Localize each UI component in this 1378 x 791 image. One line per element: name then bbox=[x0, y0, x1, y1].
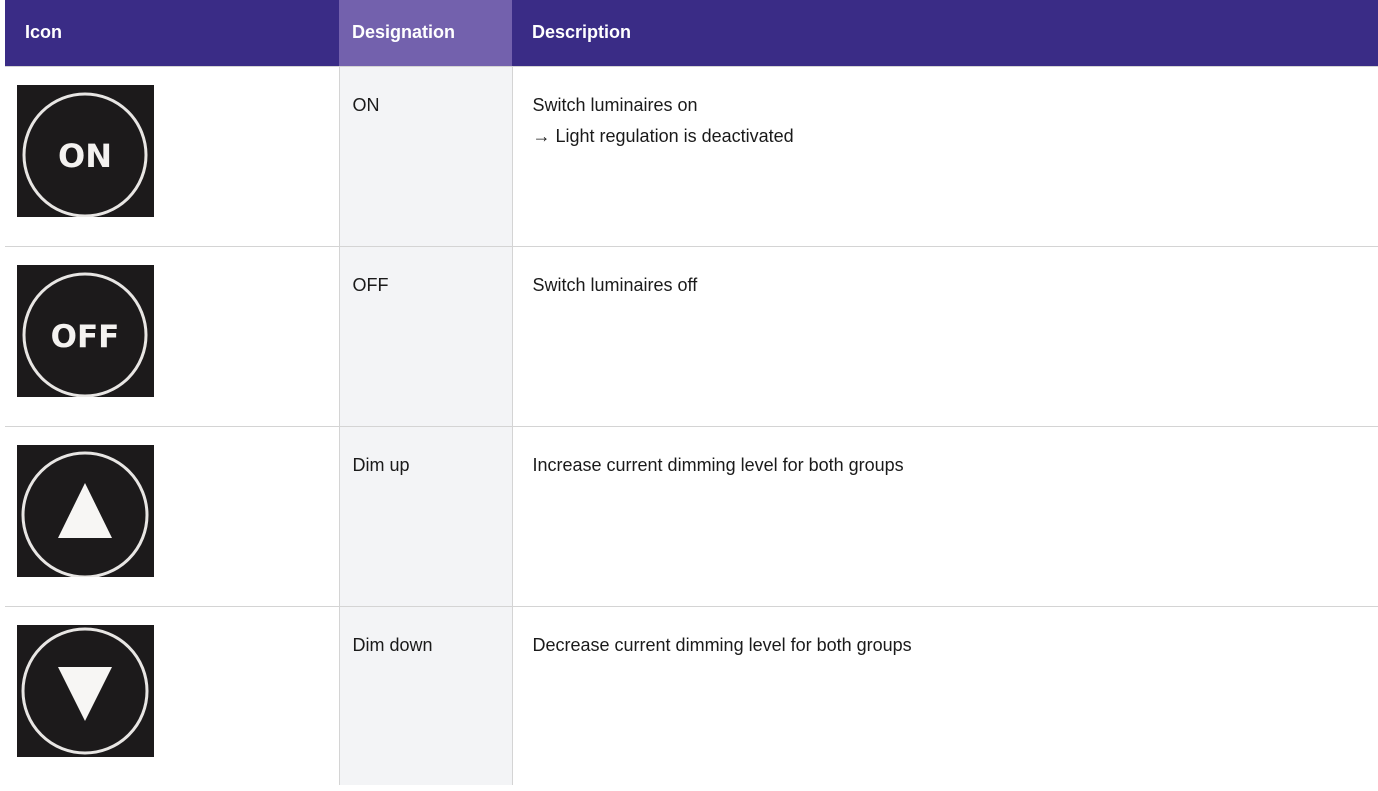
dim-up-icon bbox=[17, 444, 154, 577]
controls-table: Icon Designation Description ON ON Switc… bbox=[5, 0, 1378, 785]
designation-cell: OFF bbox=[338, 245, 513, 427]
designation-cell: Dim up bbox=[338, 425, 513, 607]
description-cell: Switch luminaires on → Light regulation … bbox=[511, 65, 1378, 247]
on-button-icon: ON bbox=[17, 84, 154, 217]
off-icon-label: OFF bbox=[51, 319, 120, 355]
designation-cell: Dim down bbox=[338, 605, 513, 785]
off-button-icon: OFF bbox=[17, 264, 154, 397]
icon-cell: OFF bbox=[5, 245, 340, 427]
header-icon: Icon bbox=[5, 0, 339, 66]
table-row: Dim up Increase current dimming level fo… bbox=[5, 425, 1378, 607]
icon-cell bbox=[5, 425, 340, 607]
table-row: ON ON Switch luminaires on → Light regul… bbox=[5, 65, 1378, 247]
icon-cell: ON bbox=[5, 65, 340, 247]
icon-cell bbox=[5, 605, 340, 785]
description-note: → Light regulation is deactivated bbox=[532, 125, 794, 146]
on-icon-label: ON bbox=[58, 137, 112, 175]
description-text: Switch luminaires on bbox=[532, 94, 698, 115]
table-row: Dim down Decrease current dimming level … bbox=[5, 605, 1378, 785]
table-header-row: Icon Designation Description bbox=[5, 0, 1378, 66]
header-description: Description bbox=[512, 0, 1378, 66]
table-row: OFF OFF Switch luminaires off bbox=[5, 245, 1378, 427]
description-cell: Decrease current dimming level for both … bbox=[511, 605, 1378, 785]
description-cell: Increase current dimming level for both … bbox=[511, 425, 1378, 607]
header-designation: Designation bbox=[339, 0, 512, 66]
dim-down-icon bbox=[17, 624, 154, 757]
designation-cell: ON bbox=[338, 65, 513, 247]
description-cell: Switch luminaires off bbox=[511, 245, 1378, 427]
